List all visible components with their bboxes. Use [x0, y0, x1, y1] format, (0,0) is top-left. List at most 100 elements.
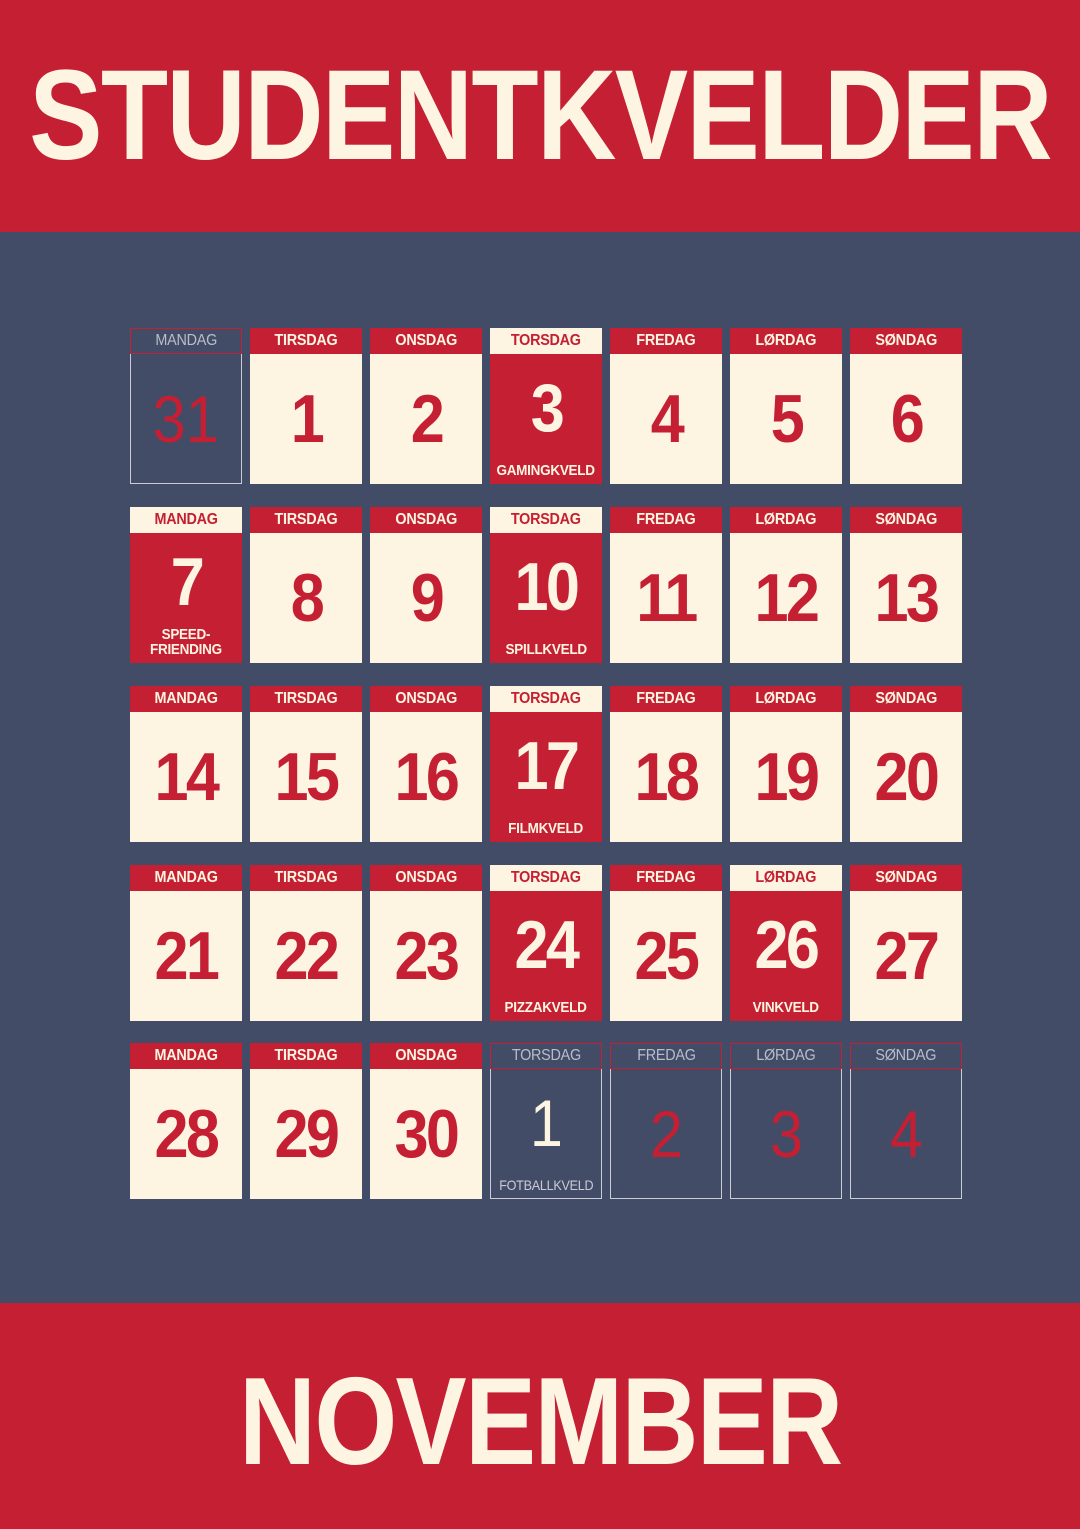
calendar-day: FREDAG 4 — [610, 328, 722, 484]
day-number-text: 30 — [394, 1096, 460, 1172]
weekday-text: LØRDAG — [755, 869, 817, 886]
calendar-day: TORSDAG 1 FOTBALLKVELD — [490, 1043, 602, 1199]
event-label: SPILLKVELD — [490, 642, 602, 657]
day-number-text: 20 — [874, 739, 940, 815]
day-number-text: 19 — [754, 739, 820, 815]
weekday-text: ONSDAG — [395, 332, 457, 349]
weekday-text: FREDAG — [636, 1047, 696, 1064]
day-number-text: 5 — [770, 381, 804, 457]
day-number-text: 24 — [514, 907, 580, 983]
day-number: 4 — [610, 354, 722, 484]
weekday-text: TIRSDAG — [274, 690, 338, 707]
weekday-text: FREDAG — [636, 511, 696, 528]
weekday-label: TORSDAG — [490, 507, 602, 533]
day-number-text: 8 — [290, 560, 324, 636]
calendar-day: MANDAG 31 — [130, 328, 242, 484]
day-number-text: 16 — [394, 739, 460, 815]
event-text: FILMKVELD — [508, 820, 584, 837]
day-number: 18 — [610, 712, 722, 842]
weekday-text: ONSDAG — [395, 1047, 457, 1064]
event-label: FOTBALLKVELD — [490, 1178, 602, 1193]
weekday-text: FREDAG — [636, 332, 696, 349]
calendar-day: TORSDAG 24 PIZZAKVELD — [490, 865, 602, 1021]
weekday-text: ONSDAG — [395, 869, 457, 886]
day-number-text: 21 — [154, 918, 220, 994]
day-number: 15 — [250, 712, 362, 842]
weekday-label: MANDAG — [130, 865, 242, 891]
day-number-text: 7 — [170, 544, 204, 620]
calendar-day: LØRDAG 19 — [730, 686, 842, 842]
weekday-label: ONSDAG — [370, 328, 482, 354]
weekday-text: TORSDAG — [511, 511, 581, 528]
weekday-text: LØRDAG — [755, 332, 817, 349]
calendar-day: TORSDAG 10 SPILLKVELD — [490, 507, 602, 663]
event-text: PIZZAKVELD — [504, 999, 588, 1016]
calendar-day: MANDAG 21 — [130, 865, 242, 1021]
day-number: 2 — [610, 1069, 722, 1199]
calendar-day: MANDAG 28 — [130, 1043, 242, 1199]
day-number: 23 — [370, 891, 482, 1021]
day-number: 11 — [610, 533, 722, 663]
weekday-text: LØRDAG — [755, 511, 817, 528]
day-number: 9 — [370, 533, 482, 663]
weekday-text: SØNDAG — [875, 511, 937, 528]
weekday-label: MANDAG — [130, 507, 242, 533]
day-number-text: 4 — [889, 1097, 923, 1171]
weekday-label: LØRDAG — [730, 1043, 842, 1069]
day-number: 26 — [730, 891, 842, 999]
weekday-label: LØRDAG — [730, 865, 842, 891]
event-label: SPEED- FRIENDING — [130, 627, 242, 657]
event-label: VINKVELD — [730, 1000, 842, 1015]
day-number: 3 — [730, 1069, 842, 1199]
day-number: 22 — [250, 891, 362, 1021]
weekday-label: TIRSDAG — [250, 507, 362, 533]
weekday-label: TIRSDAG — [250, 865, 362, 891]
weekday-label: ONSDAG — [370, 686, 482, 712]
weekday-text: SØNDAG — [875, 332, 937, 349]
day-number-text: 2 — [410, 381, 444, 457]
day-number-text: 11 — [636, 560, 698, 636]
calendar-day: TIRSDAG 29 — [250, 1043, 362, 1199]
event-text: VINKVELD — [752, 999, 820, 1016]
calendar-day: FREDAG 11 — [610, 507, 722, 663]
calendar-day: TIRSDAG 1 — [250, 328, 362, 484]
day-number: 10 — [490, 533, 602, 641]
weekday-text: MANDAG — [154, 511, 218, 528]
weekday-label: TIRSDAG — [250, 328, 362, 354]
day-number-text: 3 — [769, 1097, 803, 1171]
day-number: 29 — [250, 1069, 362, 1199]
weekday-text: TIRSDAG — [274, 869, 338, 886]
day-number: 17 — [490, 712, 602, 820]
day-number: 1 — [490, 1069, 602, 1177]
weekday-label: TORSDAG — [490, 1043, 602, 1069]
day-number-text: 18 — [634, 739, 700, 815]
day-number-text: 27 — [874, 918, 940, 994]
weekday-text: SØNDAG — [875, 1047, 937, 1064]
weekday-text: TIRSDAG — [274, 1047, 338, 1064]
weekday-label: TIRSDAG — [250, 1043, 362, 1069]
day-number-text: 1 — [529, 1086, 563, 1160]
calendar-day: LØRDAG 3 — [730, 1043, 842, 1199]
weekday-text: LØRDAG — [756, 1047, 816, 1064]
weekday-label: MANDAG — [130, 328, 242, 354]
day-number-text: 25 — [634, 918, 700, 994]
weekday-text: TORSDAG — [511, 1047, 581, 1064]
weekday-text: ONSDAG — [395, 690, 457, 707]
event-text: GAMINGKVELD — [496, 462, 596, 479]
day-number-text: 3 — [530, 370, 564, 446]
weekday-label: SØNDAG — [850, 686, 962, 712]
calendar-day: TORSDAG 17 FILMKVELD — [490, 686, 602, 842]
day-number-text: 13 — [874, 560, 940, 636]
day-number: 28 — [130, 1069, 242, 1199]
weekday-text: SØNDAG — [875, 869, 937, 886]
weekday-label: LØRDAG — [730, 328, 842, 354]
weekday-text: TORSDAG — [511, 869, 581, 886]
weekday-label: SØNDAG — [850, 1043, 962, 1069]
day-number-text: 9 — [410, 560, 444, 636]
day-number-text: 29 — [274, 1096, 340, 1172]
day-number-text: 10 — [514, 549, 580, 625]
weekday-text: SØNDAG — [875, 690, 937, 707]
calendar-day: SØNDAG 27 — [850, 865, 962, 1021]
event-text: SPILLKVELD — [505, 641, 587, 658]
calendar-day: MANDAG 7 SPEED- FRIENDING — [130, 507, 242, 663]
